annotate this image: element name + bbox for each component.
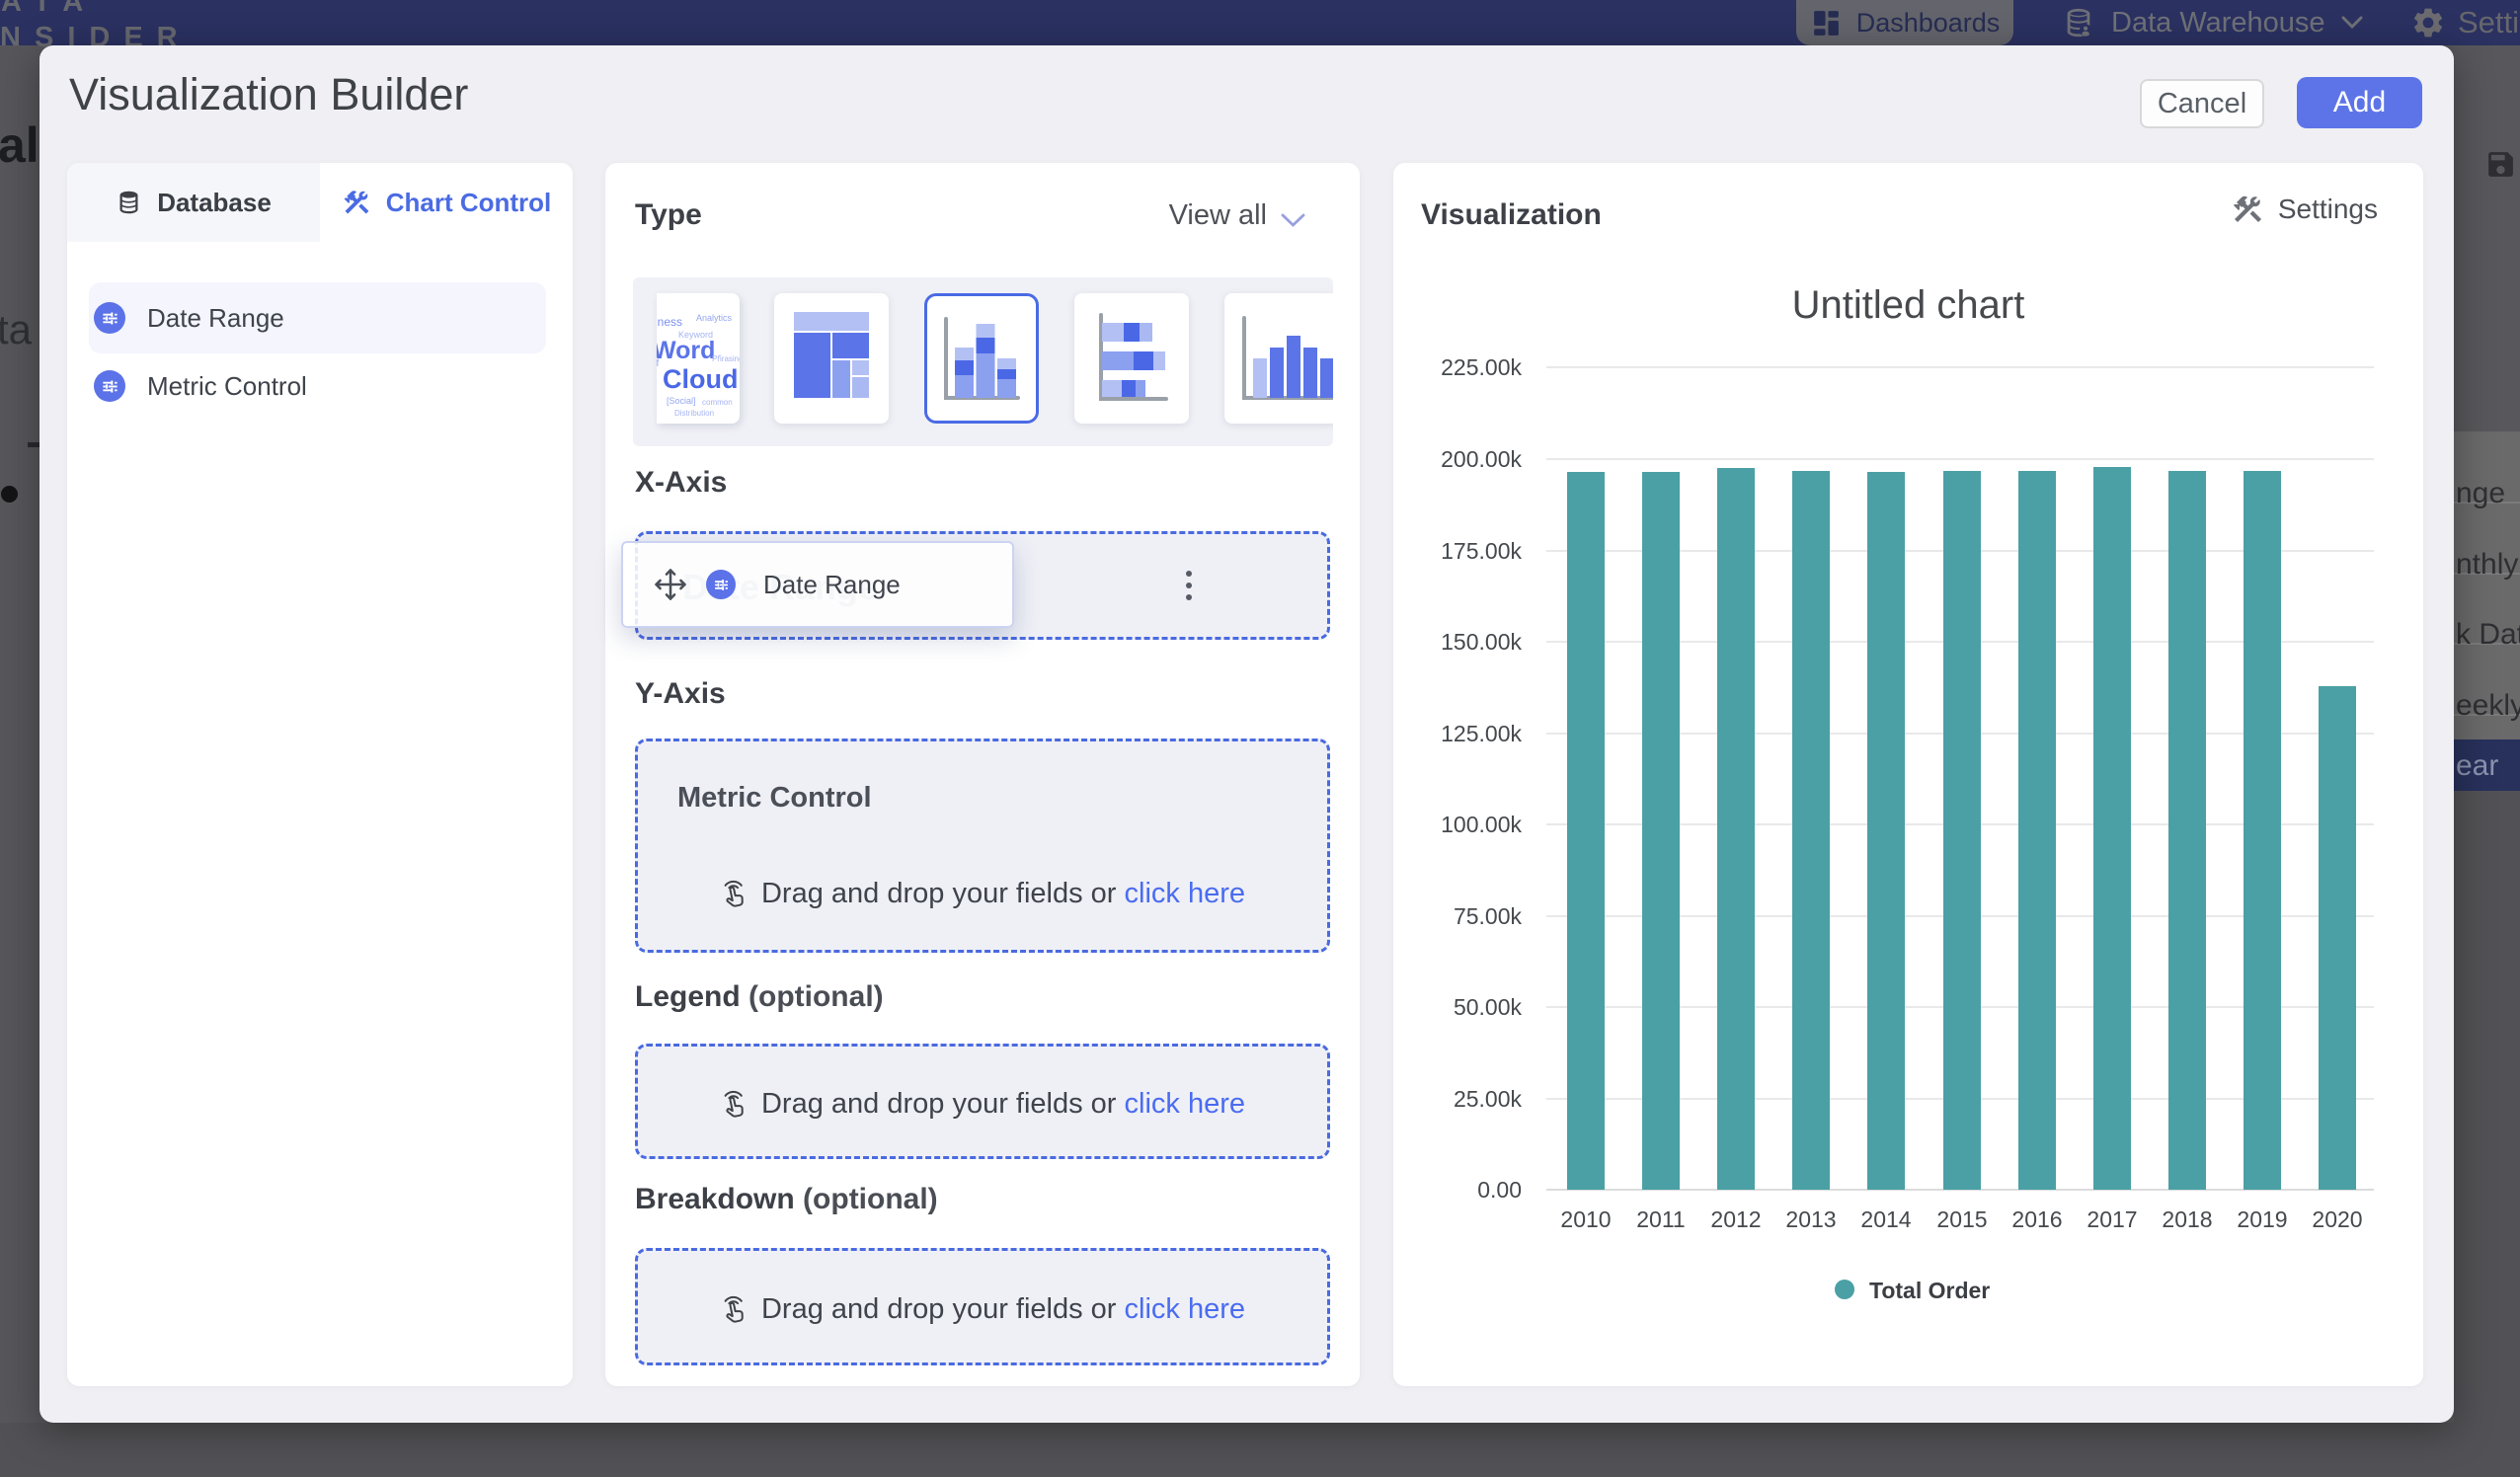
svg-text:2014: 2014 [1860, 1206, 1911, 1232]
svg-text:2019: 2019 [2237, 1206, 2287, 1232]
svg-text:2020: 2020 [2312, 1206, 2362, 1232]
svg-text:2016: 2016 [2011, 1206, 2062, 1232]
svg-text:0.00: 0.00 [1477, 1177, 1522, 1203]
svg-text:175.00k: 175.00k [1441, 538, 1522, 564]
svg-text:100.00k: 100.00k [1441, 812, 1522, 837]
svg-text:125.00k: 125.00k [1441, 721, 1522, 746]
svg-text:2013: 2013 [1785, 1206, 1836, 1232]
svg-text:200.00k: 200.00k [1441, 446, 1522, 472]
svg-text:Total Order: Total Order [1869, 1278, 1990, 1303]
svg-text:75.00k: 75.00k [1454, 903, 1523, 929]
svg-text:2011: 2011 [1636, 1206, 1685, 1232]
svg-text:2017: 2017 [2087, 1206, 2137, 1232]
svg-text:225.00k: 225.00k [1441, 354, 1522, 380]
svg-text:25.00k: 25.00k [1454, 1086, 1523, 1112]
svg-text:150.00k: 150.00k [1441, 629, 1522, 655]
svg-text:2015: 2015 [1936, 1206, 1987, 1232]
svg-text:2012: 2012 [1710, 1206, 1761, 1232]
svg-text:2018: 2018 [2162, 1206, 2212, 1232]
svg-text:50.00k: 50.00k [1454, 994, 1523, 1020]
svg-text:2010: 2010 [1560, 1206, 1611, 1232]
